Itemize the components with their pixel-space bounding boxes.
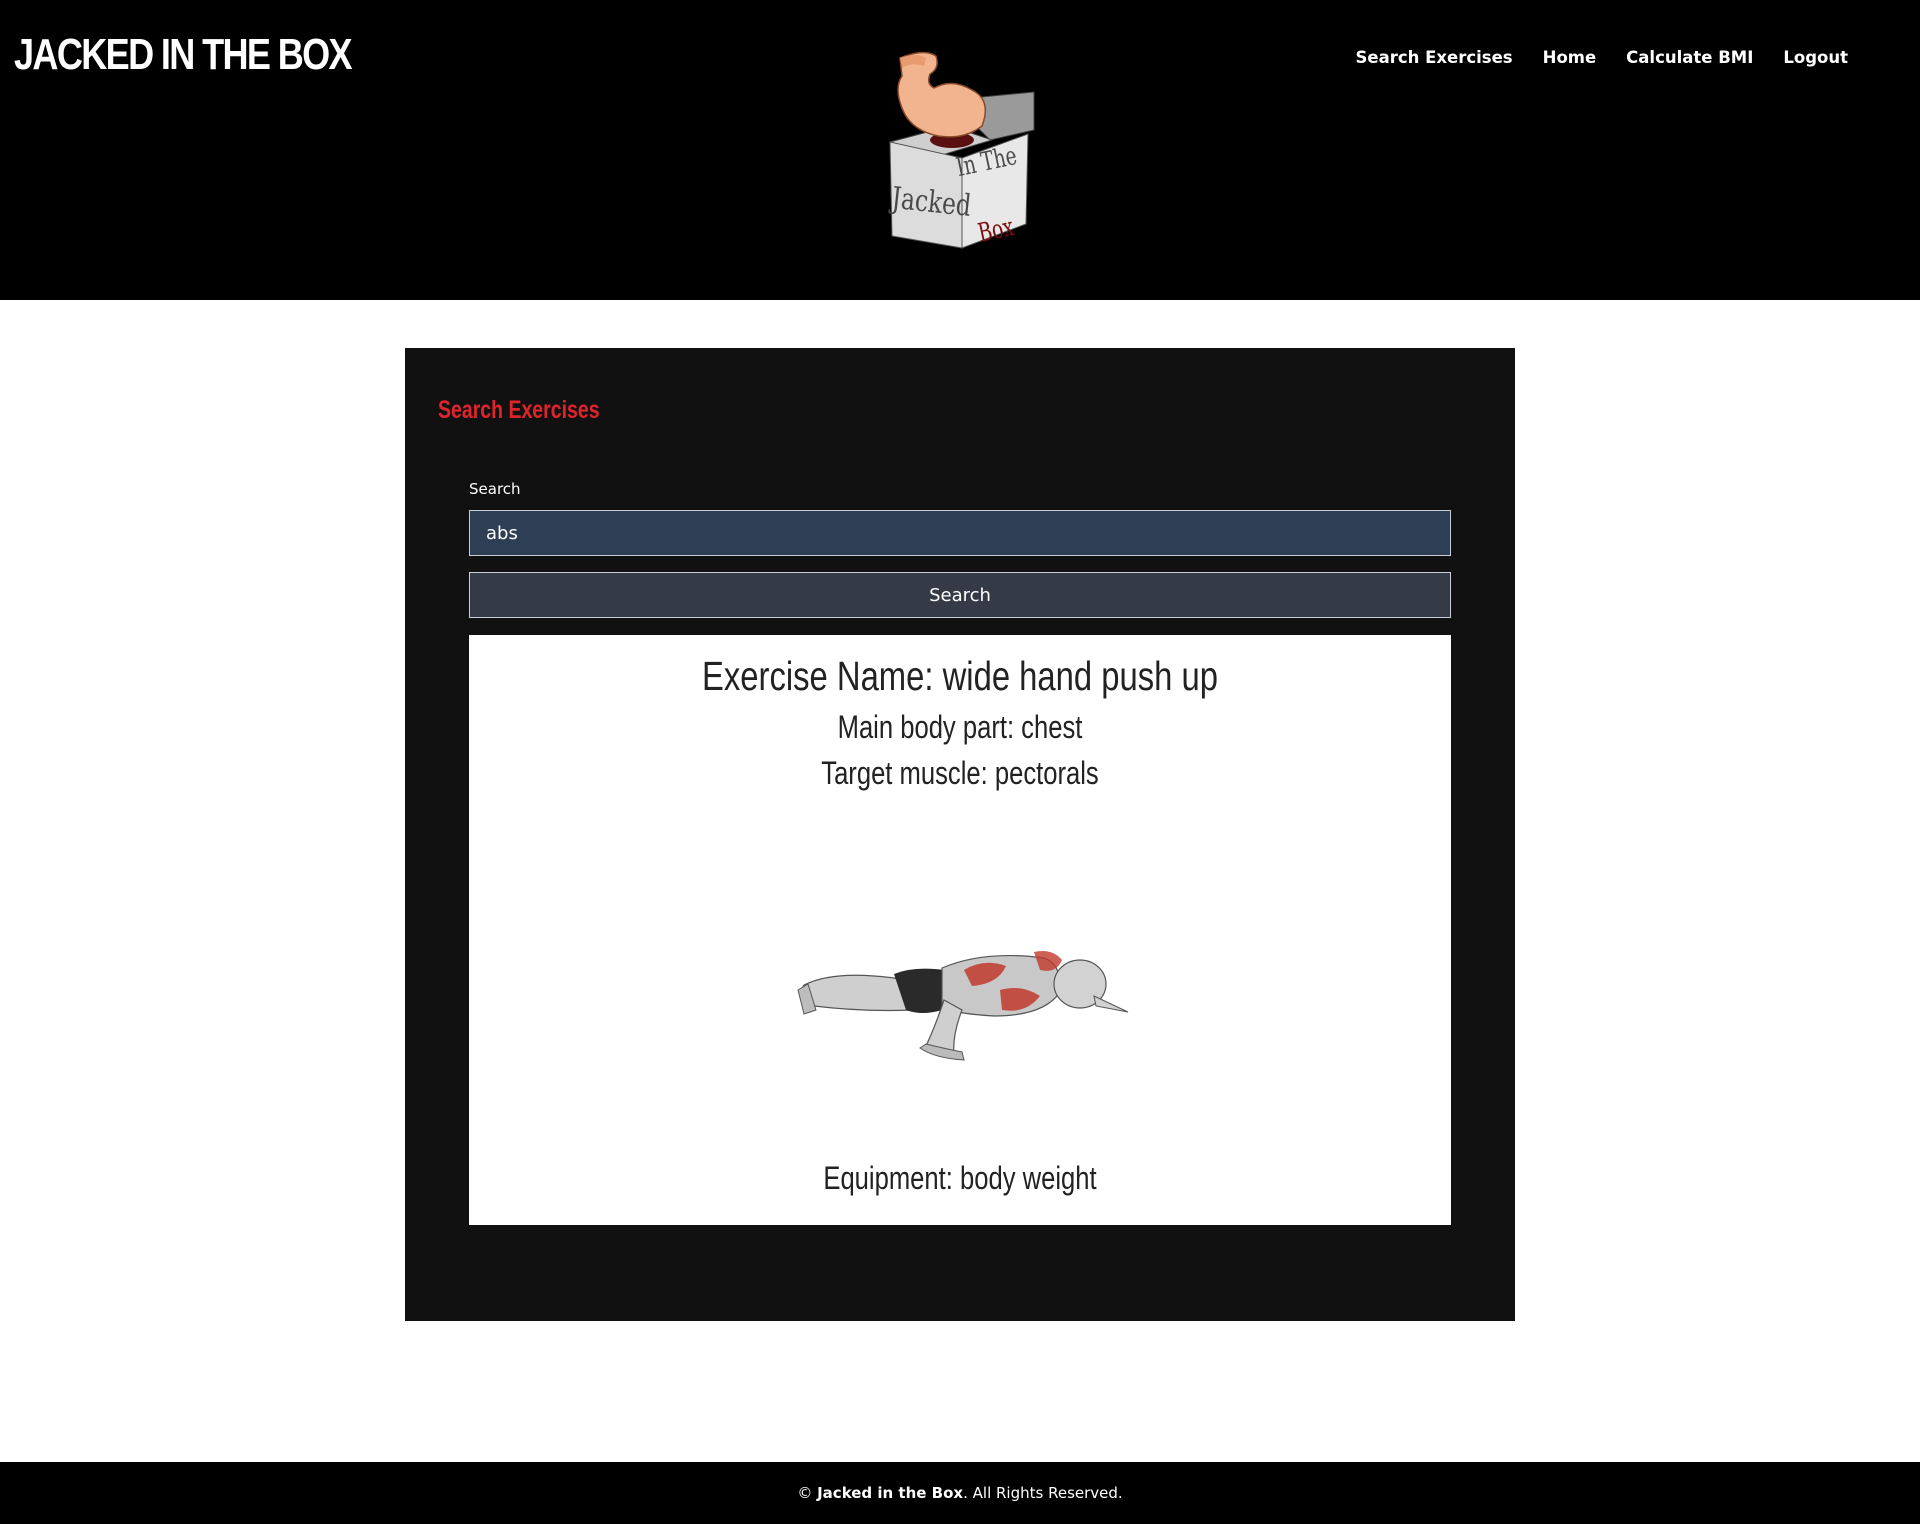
- site-footer: © Jacked in the Box. All Rights Reserved…: [0, 1462, 1920, 1524]
- logo-word-box: Box: [975, 212, 1016, 249]
- nav-home[interactable]: Home: [1543, 48, 1597, 67]
- exercise-target-muscle: Target muscle: pectorals: [821, 755, 1099, 791]
- search-button[interactable]: Search: [469, 572, 1451, 618]
- search-label: Search: [469, 480, 521, 498]
- nav-search-exercises[interactable]: Search Exercises: [1356, 48, 1513, 67]
- brand-logo[interactable]: Jacked In The Box: [880, 48, 1040, 250]
- exercise-equipment: Equipment: body weight: [823, 1160, 1097, 1196]
- footer-brand: Jacked in the Box: [817, 1484, 964, 1502]
- search-card: Search Exercises Search Search Exercise …: [405, 348, 1515, 1321]
- footer-rights: . All Rights Reserved.: [963, 1484, 1123, 1502]
- nav-logout[interactable]: Logout: [1783, 48, 1848, 67]
- search-input[interactable]: [469, 510, 1451, 556]
- exercise-name: Exercise Name: wide hand push up: [702, 653, 1218, 699]
- site-header: JACKED IN THE BOX Jacked In The Box Sear…: [0, 0, 1920, 300]
- nav-calculate-bmi[interactable]: Calculate BMI: [1626, 48, 1753, 67]
- site-brand[interactable]: JACKED IN THE BOX: [14, 30, 353, 80]
- card-title: Search Exercises: [438, 396, 600, 424]
- main-nav: Search Exercises Home Calculate BMI Logo…: [1326, 48, 1849, 67]
- exercise-body-part: Main body part: chest: [837, 709, 1083, 745]
- exercise-result-card: Exercise Name: wide hand push up Main bo…: [469, 635, 1451, 1225]
- copyright-symbol: ©: [797, 1484, 813, 1502]
- exercise-illustration: [797, 951, 1129, 1061]
